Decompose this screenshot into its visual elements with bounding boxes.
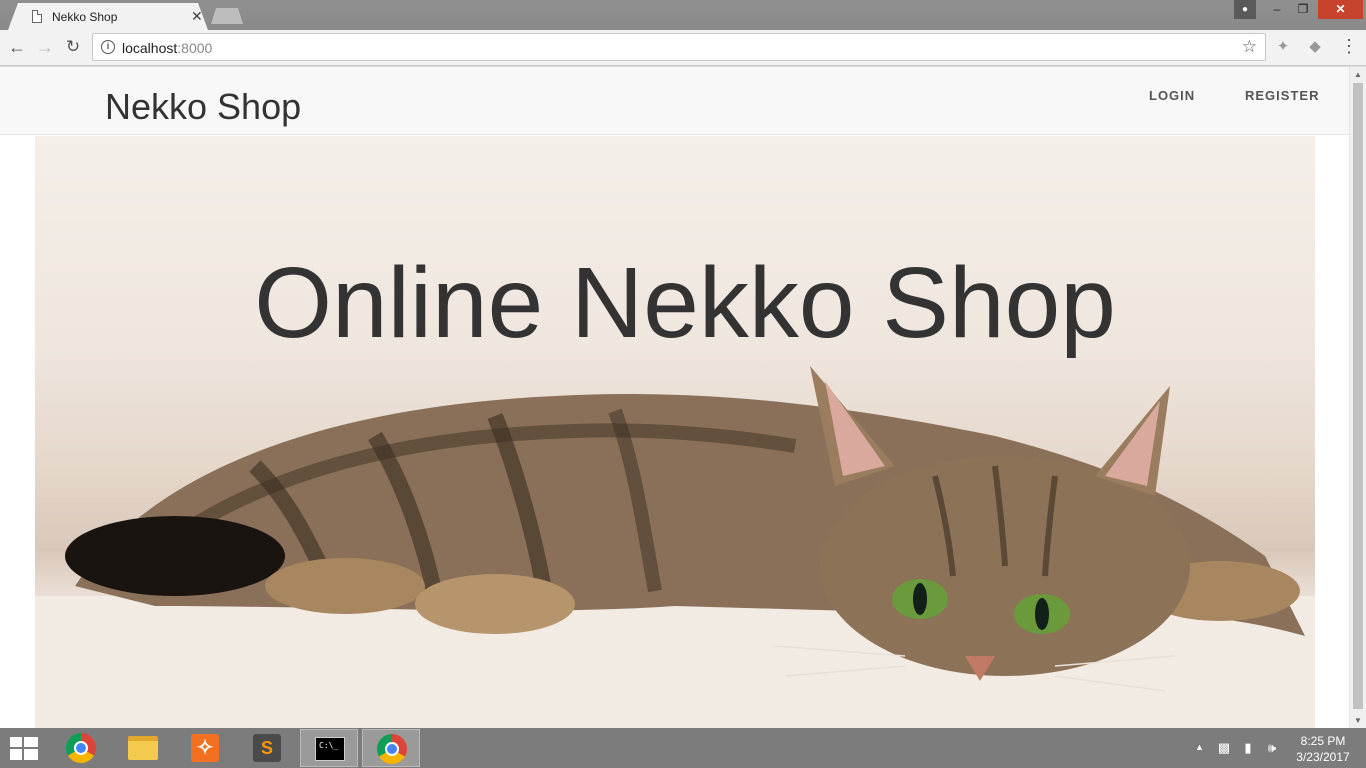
tab-title: Nekko Shop — [52, 10, 118, 24]
address-bar[interactable]: i localhost:8000 ☆ — [92, 33, 1266, 61]
site-navbar: Nekko Shop LOGIN REGISTER — [0, 67, 1349, 135]
url-text[interactable]: localhost:8000 — [122, 40, 212, 56]
register-link[interactable]: REGISTER — [1245, 88, 1319, 103]
extension-icon[interactable]: ✦ — [1273, 37, 1293, 57]
tray-network-icon[interactable]: ▮ — [1240, 740, 1256, 756]
taskbar-cmd-icon[interactable]: C:\_ — [300, 729, 358, 767]
browser-tab[interactable]: Nekko Shop ✕ — [8, 3, 208, 30]
scroll-thumb[interactable] — [1353, 83, 1363, 709]
hero-banner: Online Nekko Shop — [35, 136, 1315, 728]
tray-expand-icon[interactable]: ▲ — [1195, 742, 1204, 752]
windows-taskbar: ✧ S C:\_ ▲ ▩ ▮ 🕪 8:25 PM 3/23/2017 — [0, 728, 1366, 768]
cat-photo — [35, 366, 1315, 728]
user-profile-icon[interactable]: ● — [1234, 0, 1256, 19]
close-tab-icon[interactable]: ✕ — [191, 8, 203, 25]
url-host: localhost — [122, 40, 178, 56]
vertical-scrollbar[interactable]: ▲ ▼ — [1349, 67, 1366, 728]
clock-date: 3/23/2017 — [1296, 750, 1350, 764]
taskbar-sublime-icon[interactable]: S — [238, 729, 296, 767]
cmd-prompt-text: C:\_ — [315, 737, 345, 761]
login-link[interactable]: LOGIN — [1149, 88, 1195, 103]
hero-title: Online Nekko Shop — [254, 247, 1116, 359]
scroll-down-arrow-icon[interactable]: ▼ — [1354, 716, 1362, 725]
maximize-button[interactable]: ❐ — [1290, 0, 1316, 19]
taskbar-xampp-icon[interactable]: ✧ — [176, 729, 234, 767]
extension-icon[interactable]: ◆ — [1305, 37, 1325, 57]
tray-volume-icon[interactable]: 🕪 — [1264, 740, 1280, 756]
browser-titlebar: Nekko Shop ✕ ● – ❐ ✕ — [0, 0, 1366, 30]
scroll-up-arrow-icon[interactable]: ▲ — [1354, 70, 1362, 79]
new-tab-button[interactable] — [211, 8, 243, 24]
bookmark-star-icon[interactable]: ☆ — [1242, 37, 1257, 57]
minimize-button[interactable]: – — [1264, 0, 1290, 19]
menu-dots-icon[interactable]: ⋮ — [1340, 36, 1358, 56]
page-viewport: Nekko Shop LOGIN REGISTER Online Nekko S… — [0, 67, 1366, 728]
taskbar-file-explorer-icon[interactable] — [114, 729, 172, 767]
system-clock[interactable]: 8:25 PM 3/23/2017 — [1290, 733, 1356, 765]
taskbar-chrome-active-icon[interactable] — [362, 729, 420, 767]
back-arrow-icon[interactable]: ← — [6, 36, 28, 58]
tray-power-icon[interactable]: ▩ — [1216, 740, 1232, 756]
windows-start-icon[interactable] — [10, 737, 38, 761]
page-icon — [32, 10, 42, 23]
forward-arrow-icon[interactable]: → — [34, 36, 56, 58]
taskbar-chrome-icon[interactable] — [52, 729, 110, 767]
url-port: :8000 — [177, 40, 213, 56]
site-brand-link[interactable]: Nekko Shop — [105, 86, 301, 128]
reload-icon[interactable]: ↻ — [62, 36, 84, 58]
browser-toolbar: ← → ↻ i localhost:8000 ☆ — [0, 30, 1366, 66]
clock-time: 8:25 PM — [1300, 734, 1346, 748]
close-window-button[interactable]: ✕ — [1318, 0, 1363, 19]
info-icon[interactable]: i — [101, 40, 115, 54]
